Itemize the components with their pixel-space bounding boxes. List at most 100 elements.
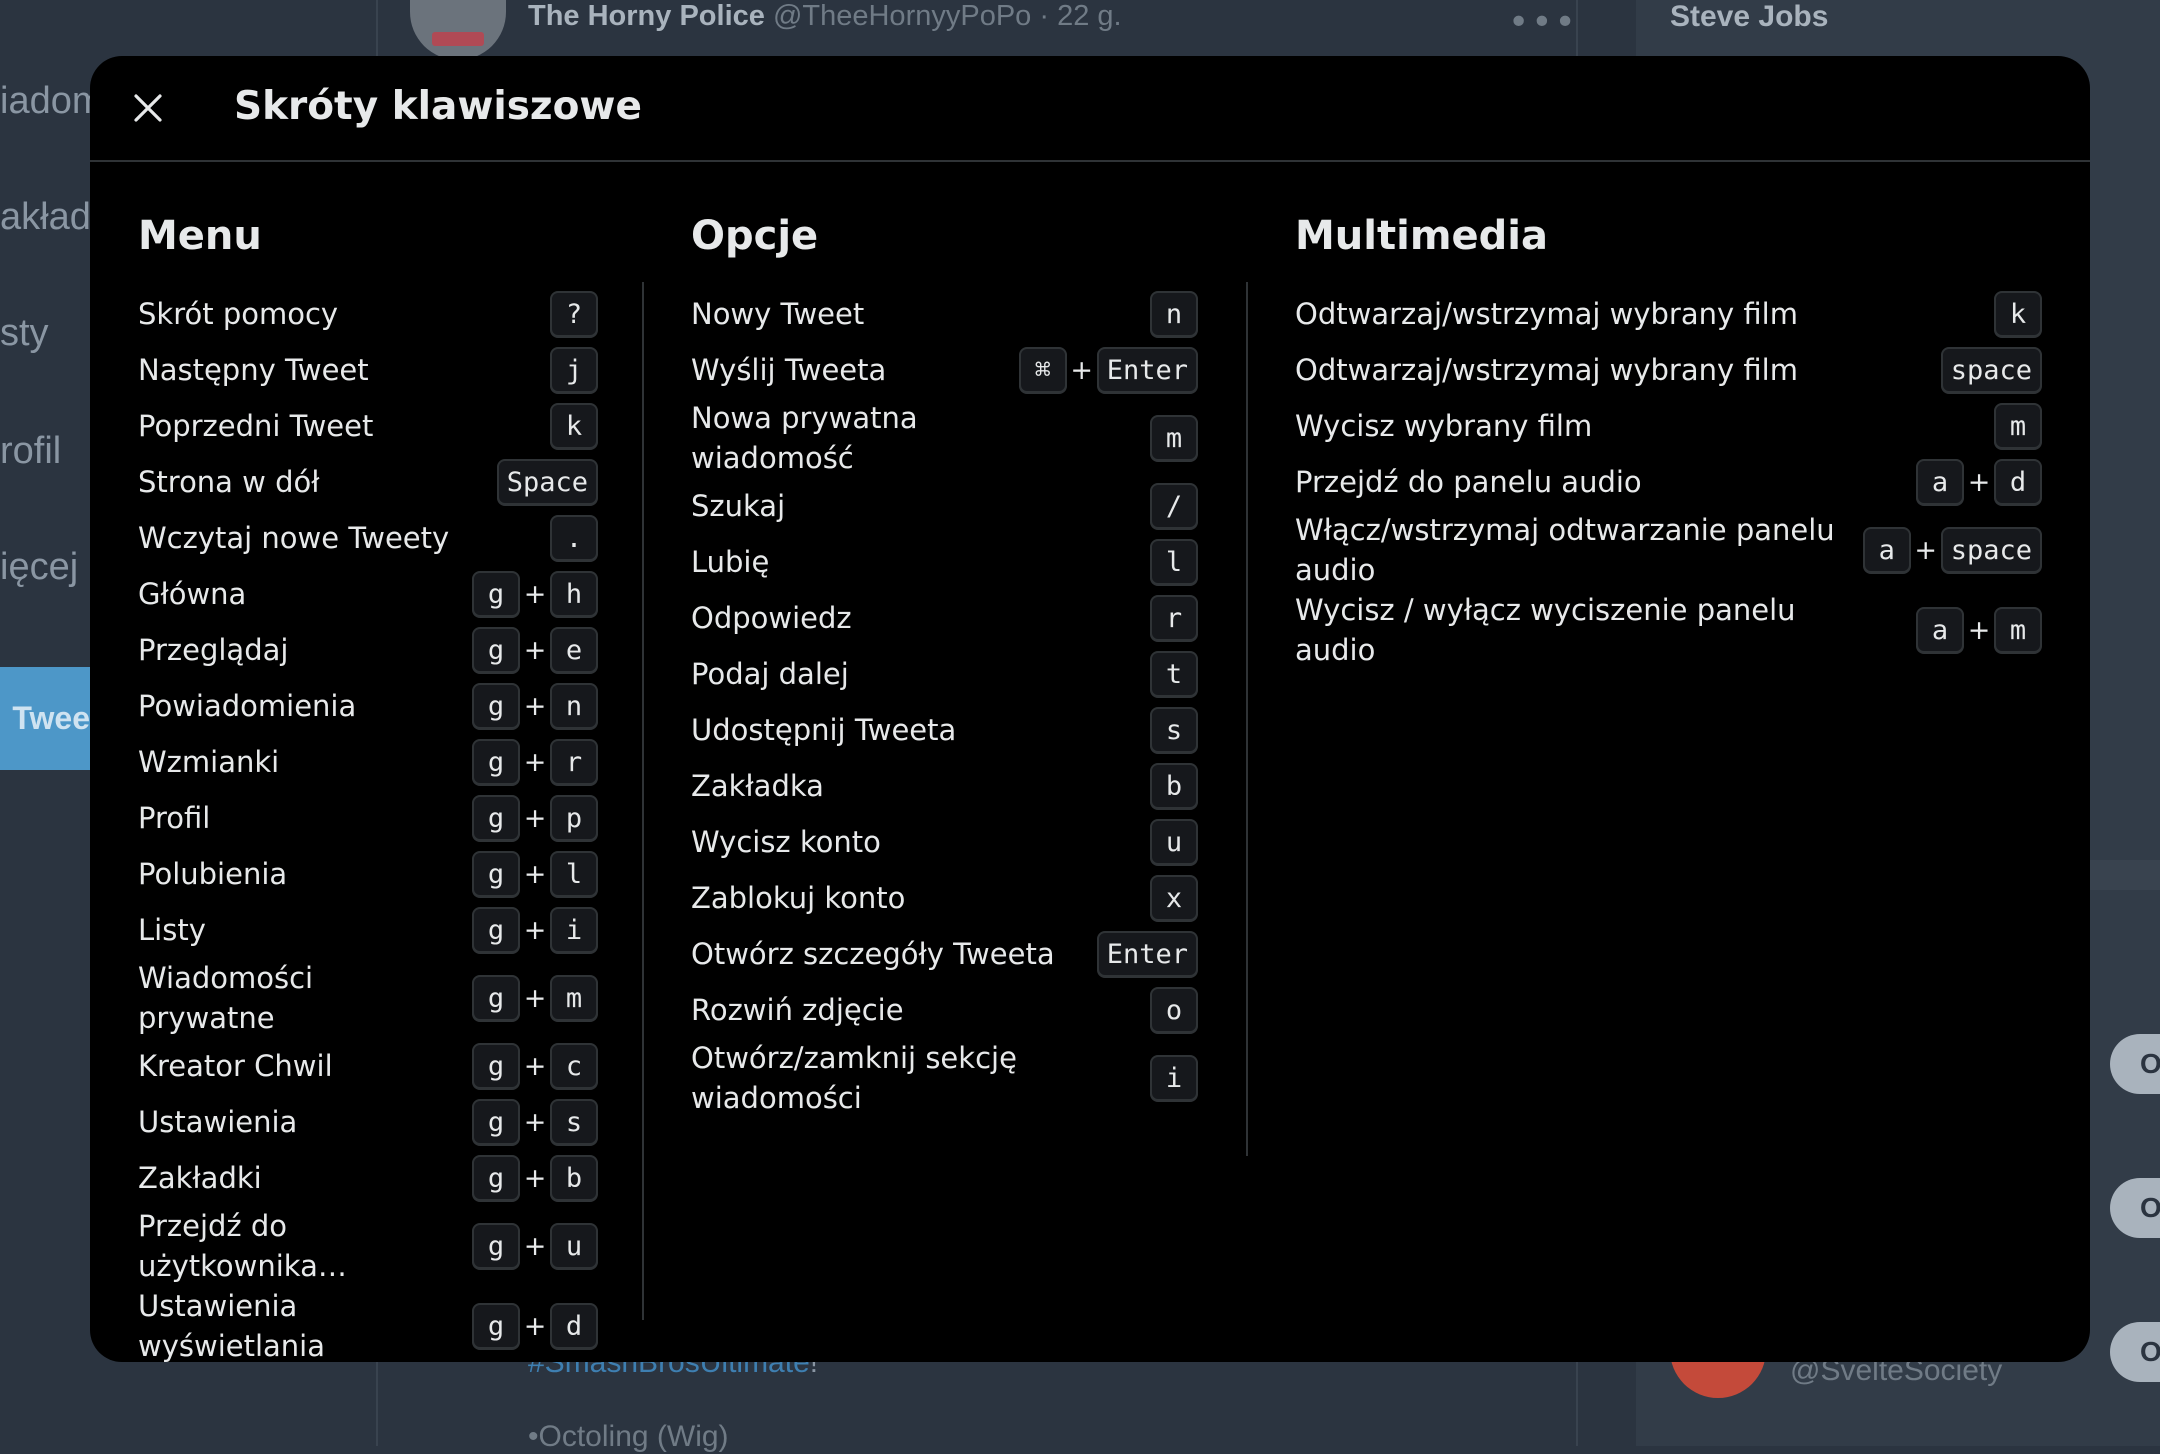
keycap: m (1150, 415, 1198, 461)
shortcut-keys: g + s (472, 1099, 598, 1145)
shortcut-keys: Enter (1096, 931, 1198, 977)
shortcut-keys: g + c (472, 1043, 598, 1089)
keycap: a (1862, 527, 1911, 573)
shortcut-row: Wycisz konto u (691, 814, 1198, 870)
sidebar-item-profile[interactable]: rofil (0, 430, 61, 473)
shortcut-keys: g + i (472, 907, 598, 953)
shortcut-label: Listy (138, 913, 206, 947)
shortcut-row: Lubię l (691, 534, 1198, 590)
shortcut-row: Odtwarzaj/wstrzymaj wybrany film k (1295, 286, 2042, 342)
shortcut-label: Przejdź do użytkownika… (138, 1209, 347, 1283)
shortcut-label: Przejdź do panelu audio (1295, 465, 1642, 499)
shortcut-keys: x (1150, 875, 1198, 921)
keycap: m (1994, 607, 2042, 653)
tweet-author-handle: @TheeHornyyPoPo (772, 0, 1032, 32)
keycap: u (550, 1223, 598, 1269)
shortcut-row: Podaj dalej t (691, 646, 1198, 702)
tweet-author-name[interactable]: The Horny Police (528, 0, 765, 32)
shortcut-row: Wycisz / wyłącz wyciszenie panelu audio a… (1295, 590, 2042, 670)
keycap: i (1150, 1055, 1198, 1101)
keycap: d (1994, 459, 2042, 505)
shortcut-row: Rozwiń zdjęcie o (691, 982, 1198, 1038)
shortcut-row: Polubienia g + l (138, 846, 598, 902)
keycap: g (472, 683, 520, 729)
shortcut-row: Kreator Chwil g + c (138, 1038, 598, 1094)
shortcut-label: Lubię (691, 545, 770, 579)
keycap: . (550, 515, 598, 561)
tweet-button[interactable]: Twee (0, 667, 100, 770)
shortcut-keys: o (1150, 987, 1198, 1033)
shortcut-keys: n (1150, 291, 1198, 337)
shortcut-row: Zakładki g + b (138, 1150, 598, 1206)
shortcut-keys: . (550, 515, 598, 561)
column-title: Multimedia (1295, 213, 1548, 259)
keycap: h (550, 571, 598, 617)
shortcut-keys: g + l (472, 851, 598, 897)
shortcut-keys: t (1150, 651, 1198, 697)
keycap: c (550, 1043, 598, 1089)
key-separator: + (1967, 466, 1991, 498)
shortcut-keys: ⌘ + Enter (1018, 347, 1198, 393)
column-title: Menu (138, 213, 262, 259)
keycap: l (1150, 539, 1198, 585)
keycap: g (472, 739, 520, 785)
keycap: n (1150, 291, 1198, 337)
shortcut-label: Zablokuj konto (691, 881, 906, 915)
close-button[interactable] (122, 82, 174, 134)
keycap: g (472, 1099, 520, 1145)
keycap: k (550, 403, 598, 449)
shortcut-label: Profil (138, 801, 211, 835)
shortcut-label: Strona w dół (138, 465, 320, 499)
shortcut-row: Przejdź do użytkownika… g + u (138, 1206, 598, 1286)
more-icon[interactable]: ••• (1508, 2, 1578, 43)
shortcut-label: Następny Tweet (138, 353, 369, 387)
keycap: i (550, 907, 598, 953)
shortcut-label: Poprzedni Tweet (138, 409, 374, 443)
key-separator: + (523, 1106, 547, 1138)
shortcut-keys: m (1994, 403, 2042, 449)
shortcut-keys: k (1994, 291, 2042, 337)
tweet-text-line: •Octoling (Wig) (528, 1420, 729, 1453)
right-panel-name[interactable]: Steve Jobs (1670, 0, 1828, 34)
key-separator: + (523, 1162, 547, 1194)
keycap: g (472, 571, 520, 617)
keycap: ? (550, 291, 598, 337)
shortcut-label: Wiadomości prywatne (138, 961, 314, 1035)
shortcut-label: Ustawienia (138, 1105, 298, 1139)
shortcut-keys: g + n (472, 683, 598, 729)
keycap: b (1150, 763, 1198, 809)
shortcut-keys: u (1150, 819, 1198, 865)
keycap: u (1150, 819, 1198, 865)
shortcut-row: Nowa prywatna wiadomość m (691, 398, 1198, 478)
keycap: Space (496, 459, 598, 505)
keycap: g (472, 1303, 520, 1349)
keycap: j (550, 347, 598, 393)
keycap: ⌘ (1018, 347, 1067, 393)
sidebar-item-more[interactable]: ięcej (0, 546, 78, 589)
shortcut-row: Listy g + i (138, 902, 598, 958)
keycap: space (1940, 347, 2042, 393)
shortcut-keys: g + m (472, 975, 598, 1021)
keycap: a (1916, 459, 1964, 505)
shortcut-row: Otwórz/zamknij sekcję wiadomości i (691, 1038, 1198, 1118)
shortcut-keys: a + space (1862, 527, 2042, 573)
sidebar-item-messages[interactable]: iadom (0, 80, 104, 123)
shortcut-label: Polubienia (138, 857, 288, 891)
keyboard-shortcuts-dialog: Skróty klawiszowe Menu Skrót pomocy? Nast… (90, 56, 2090, 1362)
shortcut-label: Otwórz/zamknij sekcję wiadomości (691, 1041, 1017, 1115)
shortcut-keys: g + p (472, 795, 598, 841)
multimedia-column: Multimedia Odtwarzaj/wstrzymaj wybrany f… (1295, 206, 2042, 670)
sidebar-item-lists[interactable]: sty (0, 312, 49, 355)
shortcut-label: Wycisz wybrany film (1295, 409, 1593, 443)
key-separator: + (1914, 534, 1938, 566)
shortcut-label: Skrót pomocy (138, 297, 339, 331)
shortcut-label: Otwórz szczegóły Tweeta (691, 937, 1055, 971)
shortcut-row: Odtwarzaj/wstrzymaj wybrany film space (1295, 342, 2042, 398)
keycap: g (472, 1155, 520, 1201)
keycap: a (1916, 607, 1964, 653)
shortcut-label: Wycisz konto (691, 825, 881, 859)
shortcut-row: Powiadomienia g + n (138, 678, 598, 734)
page-title: Skróty klawiszowe (234, 84, 642, 129)
keycap: g (472, 1223, 520, 1269)
keycap: g (472, 795, 520, 841)
